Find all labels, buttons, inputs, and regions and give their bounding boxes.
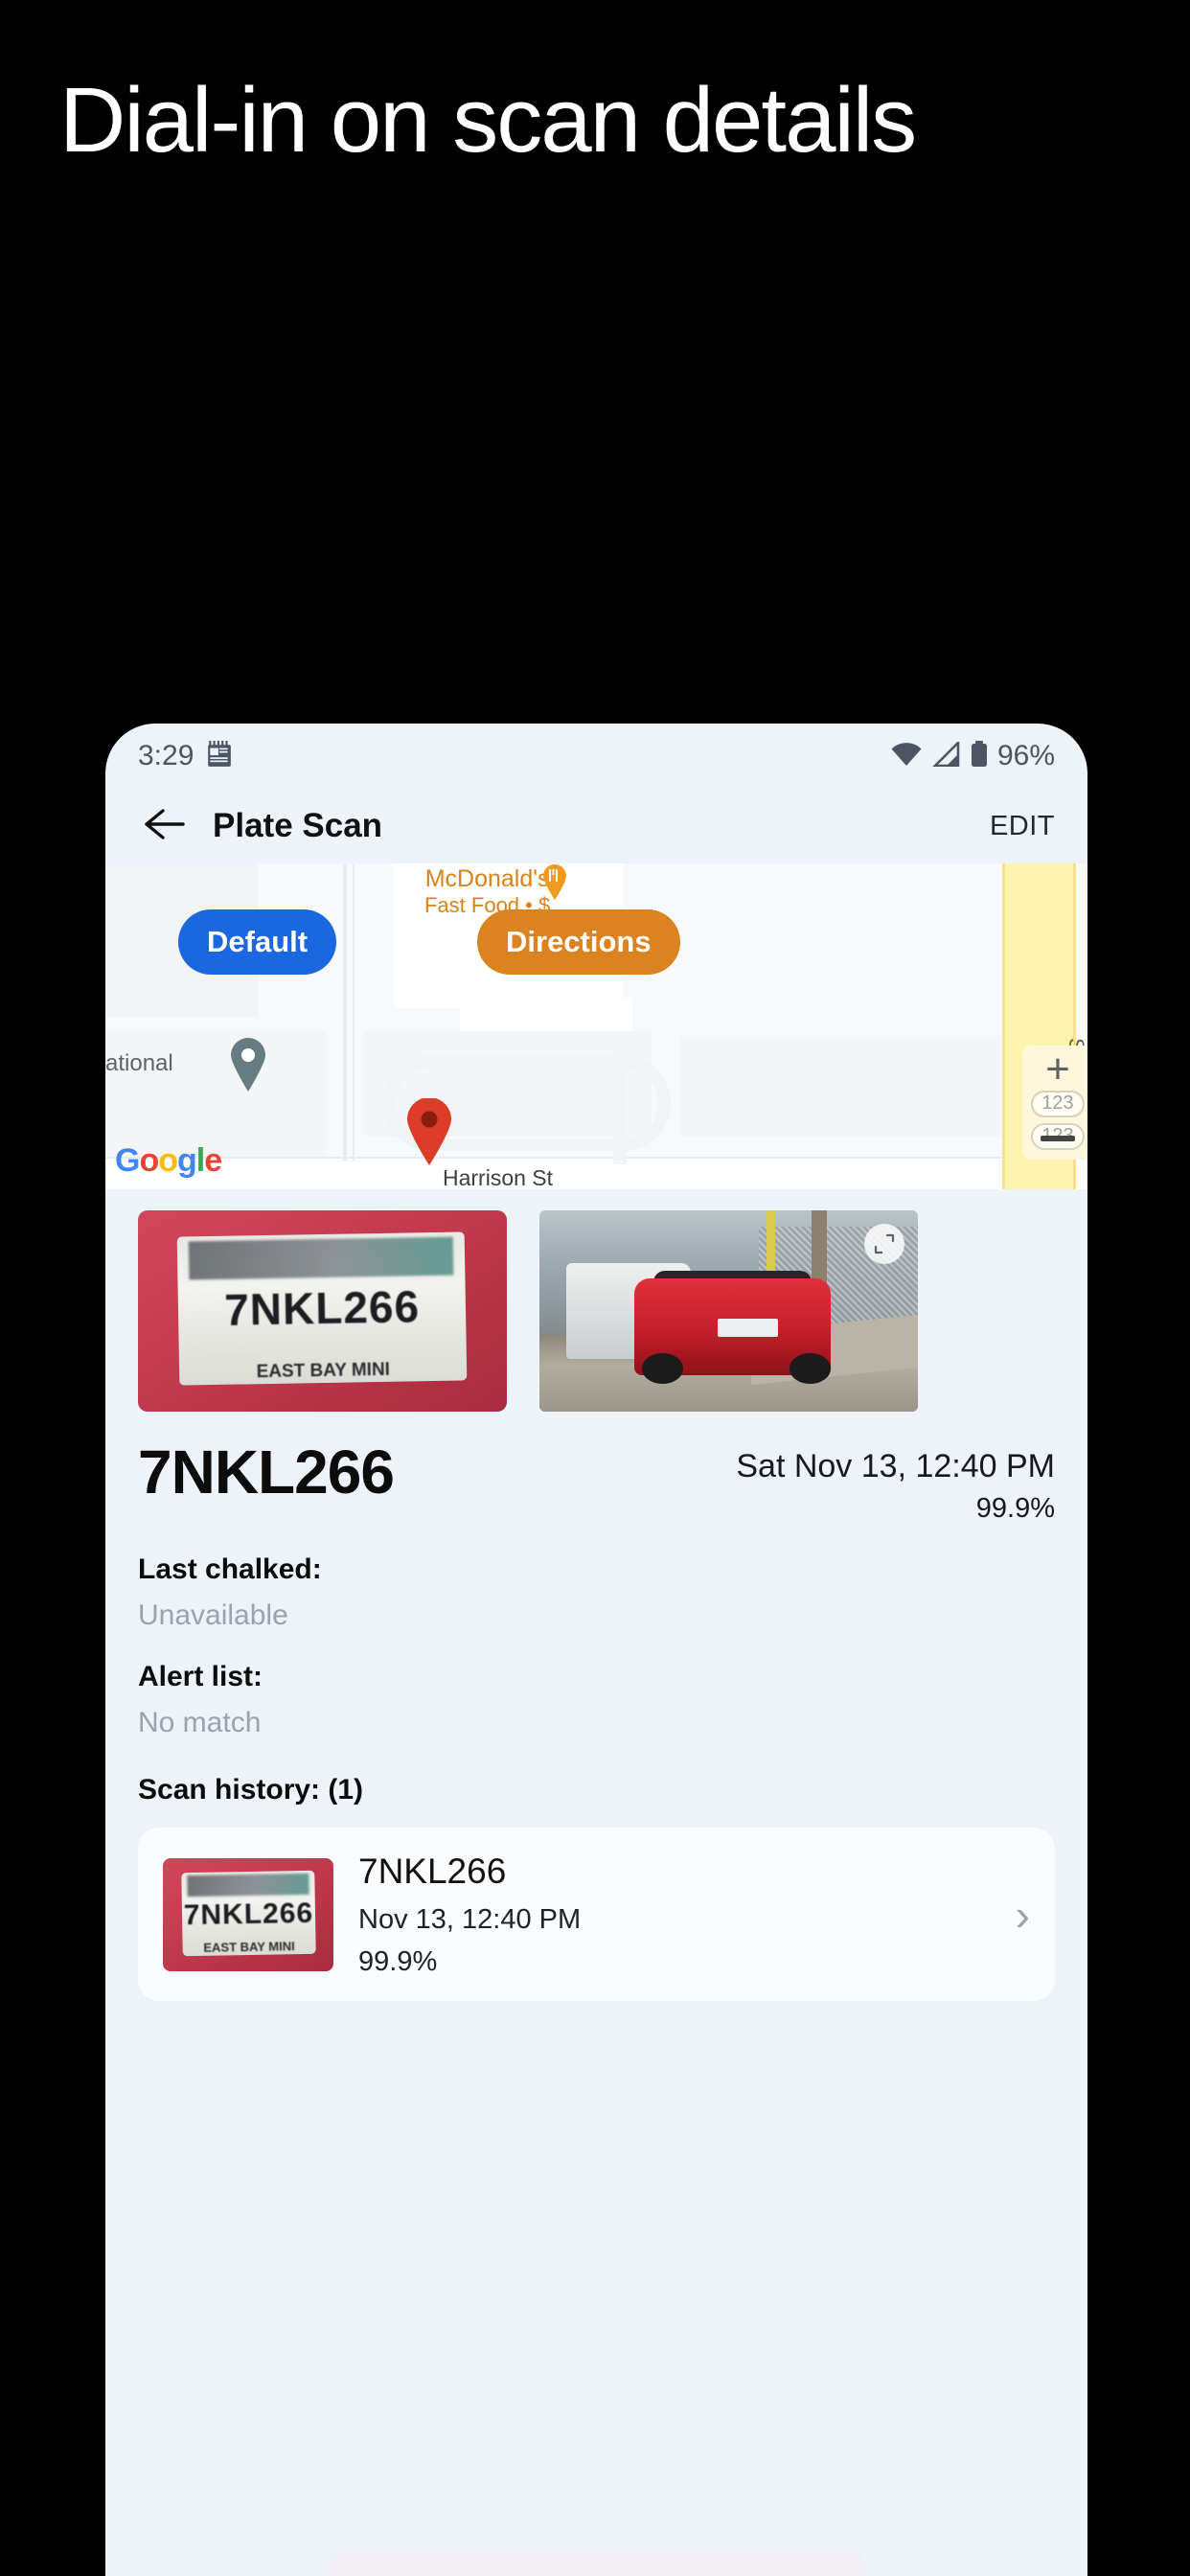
map-zoom-in-button[interactable]: + bbox=[1045, 1048, 1070, 1091]
plate-surface: 7NKL266 EAST BAY MINI bbox=[177, 1231, 468, 1387]
plate-state-band bbox=[189, 1236, 455, 1280]
plate-number: 7NKL266 bbox=[138, 1438, 395, 1506]
signal-triangle-icon bbox=[931, 739, 961, 771]
list-item[interactable]: 7NKL266 EAST BAY MINI 7NKL266 Nov 13, 12… bbox=[138, 1828, 1055, 2002]
history-item-confidence: 99.9% bbox=[358, 1946, 438, 1978]
photo-car-wheel bbox=[641, 1353, 684, 1384]
history-item-timestamp: Nov 13, 12:40 PM bbox=[358, 1903, 582, 1935]
edit-button[interactable]: EDIT bbox=[990, 811, 1055, 842]
google-attribution-logo: Google bbox=[115, 1142, 222, 1179]
map-pin-red[interactable] bbox=[404, 1097, 454, 1165]
plate-dealer-text: EAST BAY MINI bbox=[202, 1939, 295, 1956]
marketing-headline: Dial-in on scan details bbox=[59, 69, 917, 172]
map-directions-button[interactable]: Directions bbox=[477, 909, 680, 975]
map-road bbox=[105, 1157, 1087, 1189]
scan-history-label: Scan history: (1) bbox=[138, 1774, 364, 1806]
photo-row: 7NKL266 EAST BAY MINI bbox=[138, 1189, 1055, 1412]
vehicle-photo[interactable] bbox=[539, 1210, 918, 1412]
page-title: Plate Scan bbox=[213, 807, 383, 844]
plate-dealer-text: EAST BAY MINI bbox=[256, 1359, 391, 1383]
phone-mockup: 3:29 96% Plate Scan EDIT McDonald's Fast… bbox=[105, 724, 1087, 2576]
field-last-chalked: Last chalked: Unavailable bbox=[138, 1553, 1055, 1632]
expand-icon[interactable] bbox=[864, 1224, 904, 1264]
map-zoom-out-button[interactable]: 123 bbox=[1031, 1122, 1085, 1150]
map-zoom-controls[interactable]: + 123 123 bbox=[1022, 1046, 1087, 1160]
restaurant-pin-icon bbox=[541, 863, 568, 900]
status-bar-clock: 3:29 bbox=[138, 740, 195, 771]
scan-summary-row: 7NKL266 Sat Nov 13, 12:40 PM 99.9% bbox=[138, 1412, 1055, 1525]
map-default-button[interactable]: Default bbox=[178, 909, 337, 975]
photo-car-wheel bbox=[789, 1353, 832, 1384]
scan-timestamp: Sat Nov 13, 12:40 PM bbox=[736, 1448, 1055, 1484]
alert-list-value: No match bbox=[138, 1707, 262, 1738]
map-road-line bbox=[353, 863, 355, 1161]
plate-surface: 7NKL266 EAST BAY MINI bbox=[180, 1870, 316, 1957]
back-arrow-icon bbox=[144, 808, 186, 845]
map-road-connector bbox=[613, 1051, 627, 1164]
back-button[interactable] bbox=[138, 799, 192, 853]
plate-photo-number: 7NKL266 bbox=[224, 1281, 421, 1335]
battery-icon bbox=[971, 740, 988, 772]
scan-meta: Sat Nov 13, 12:40 PM 99.9% bbox=[736, 1437, 1055, 1525]
map-poi-partial-label: ational bbox=[105, 1050, 173, 1076]
history-item-plate: 7NKL266 bbox=[358, 1852, 507, 1891]
last-chalked-value: Unavailable bbox=[138, 1599, 288, 1631]
poi-name: McDonald's bbox=[424, 865, 550, 892]
map-pin-grey[interactable] bbox=[228, 1038, 268, 1092]
map-street-label: Harrison St bbox=[443, 1165, 554, 1189]
map-arterial-edge bbox=[1002, 863, 1005, 1189]
plate-state-band bbox=[186, 1873, 309, 1898]
map-block bbox=[680, 1036, 1044, 1137]
map-road-line bbox=[343, 863, 347, 1161]
status-bar-right: 96% bbox=[890, 739, 1055, 772]
photo-car-plate bbox=[717, 1319, 778, 1338]
field-alert-list: Alert list: No match bbox=[138, 1661, 1055, 1739]
scan-detail-content: 7NKL266 EAST BAY MINI 7NKL266 Sat Nov 13… bbox=[105, 1189, 1087, 2576]
status-bar-left: 3:29 bbox=[138, 740, 232, 772]
map-road-line bbox=[105, 1157, 1087, 1159]
highway-shield-icon: 123 bbox=[1031, 1090, 1085, 1117]
app-bar: Plate Scan EDIT bbox=[105, 789, 1087, 863]
chevron-right-icon[interactable]: › bbox=[1016, 1889, 1030, 1941]
wifi-icon bbox=[890, 742, 923, 771]
battery-percent-label: 96% bbox=[996, 740, 1055, 771]
history-thumbnail: 7NKL266 EAST BAY MINI bbox=[163, 1857, 333, 1971]
notepad-icon bbox=[207, 740, 232, 772]
alert-list-label: Alert list: bbox=[138, 1661, 263, 1692]
last-chalked-label: Last chalked: bbox=[138, 1553, 322, 1585]
status-bar: 3:29 96% bbox=[105, 724, 1087, 789]
history-thumb-number: 7NKL266 bbox=[183, 1897, 313, 1931]
scan-confidence: 99.9% bbox=[975, 1493, 1055, 1524]
map-view[interactable]: McDonald's Fast Food • $ San Pab Harriso… bbox=[105, 863, 1087, 1189]
history-item-text: 7NKL266 Nov 13, 12:40 PM 99.9% bbox=[358, 1849, 581, 1980]
bottom-sheet-handle[interactable] bbox=[328, 2551, 865, 2576]
license-plate-photo[interactable]: 7NKL266 EAST BAY MINI bbox=[138, 1210, 507, 1412]
